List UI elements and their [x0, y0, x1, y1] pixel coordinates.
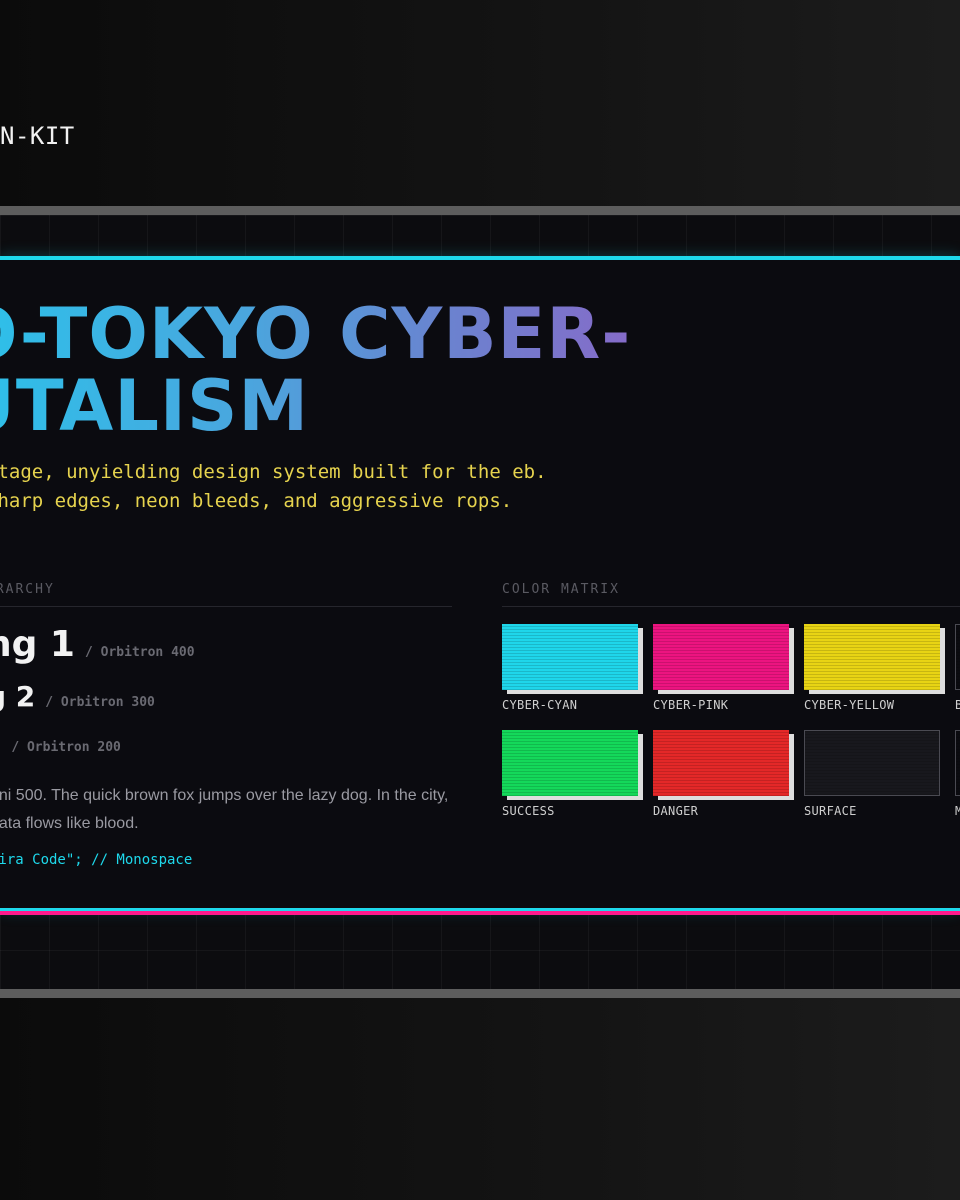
typography-divider — [0, 606, 452, 607]
swatch-label: CYBER-PINK — [653, 698, 729, 712]
swatch-label: CYBER-CYAN — [502, 698, 578, 712]
heading-1-sample: ng 1 / Orbitron 400 — [0, 624, 195, 665]
swatch-label: SURFACE — [804, 804, 857, 818]
heading-1-text: ng 1 — [0, 624, 75, 665]
swatch-cyber-cyan — [502, 624, 638, 690]
hero-title: O-TOKYO CYBER- UTALISM — [0, 298, 778, 442]
heading-2-sample: g 2 / Orbitron 300 — [0, 680, 155, 713]
swatch-success — [502, 730, 638, 796]
heading-2-text: g 2 — [0, 680, 36, 713]
swatch-surface — [804, 730, 940, 796]
typography-section-label: ERARCHY — [0, 582, 55, 597]
swatch-label: B — [955, 698, 960, 712]
showcase-frame: O-TOKYO CYBER- UTALISM ltage, unyielding… — [0, 206, 960, 998]
hero-title-line-1: O-TOKYO CYBER- — [0, 293, 632, 375]
swatch-label: SUCCESS — [502, 804, 555, 818]
hero-description: ltage, unyielding design system built fo… — [0, 461, 547, 512]
hero-title-line-2: UTALISM — [15, 365, 310, 447]
swatch-label: CYBER-YELLOW — [804, 698, 895, 712]
color-matrix-section-label: COLOR MATRIX — [502, 582, 620, 597]
code-text-sample: Fira Code"; // Monospace — [0, 852, 193, 868]
swatch-danger — [653, 730, 789, 796]
swatch-cyber-pink — [653, 624, 789, 690]
heading-3-sample: 3 / Orbitron 200 — [0, 732, 121, 757]
heading-3-text: 3 — [0, 732, 1, 757]
swatch-label: DANGER — [653, 804, 699, 818]
design-system-panel: O-TOKYO CYBER- UTALISM ltage, unyielding… — [0, 256, 960, 911]
swatch-black — [955, 624, 960, 690]
swatch-muted — [955, 730, 960, 796]
heading-3-meta: / Orbitron 200 — [11, 740, 121, 755]
kit-label: N-KIT — [0, 122, 75, 150]
color-matrix-divider — [502, 606, 960, 607]
heading-1-meta: / Orbitron 400 — [84, 645, 195, 660]
body-text-sample: ani 500. The quick brown fox jumps over … — [0, 787, 449, 832]
heading-2-meta: / Orbitron 300 — [45, 695, 155, 710]
swatch-label: M — [955, 804, 960, 818]
swatch-cyber-yellow — [804, 624, 940, 690]
